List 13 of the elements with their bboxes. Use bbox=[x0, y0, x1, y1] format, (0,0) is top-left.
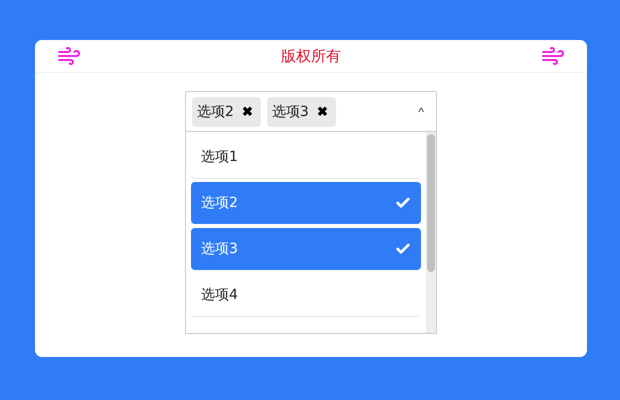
dropdown-option[interactable]: 选项2 bbox=[191, 182, 421, 224]
caret-button[interactable]: ^ bbox=[412, 104, 430, 118]
remove-button[interactable]: ✖ bbox=[242, 104, 253, 119]
tag-label: 选项3 bbox=[272, 102, 309, 120]
dropdown-option[interactable]: 选项3 bbox=[191, 228, 421, 270]
remove-button[interactable]: ✖ bbox=[316, 104, 328, 119]
tag-label: 选项2 bbox=[197, 102, 234, 120]
header-title: 版权所有 bbox=[281, 46, 341, 66]
wind-icon bbox=[541, 44, 565, 68]
multi-select[interactable]: 选项2 ✖ 选项3 ✖ ^ bbox=[185, 91, 437, 132]
scrollbar[interactable] bbox=[426, 132, 436, 333]
wind-icon bbox=[57, 44, 81, 68]
scrollbar-thumb[interactable] bbox=[427, 134, 435, 272]
